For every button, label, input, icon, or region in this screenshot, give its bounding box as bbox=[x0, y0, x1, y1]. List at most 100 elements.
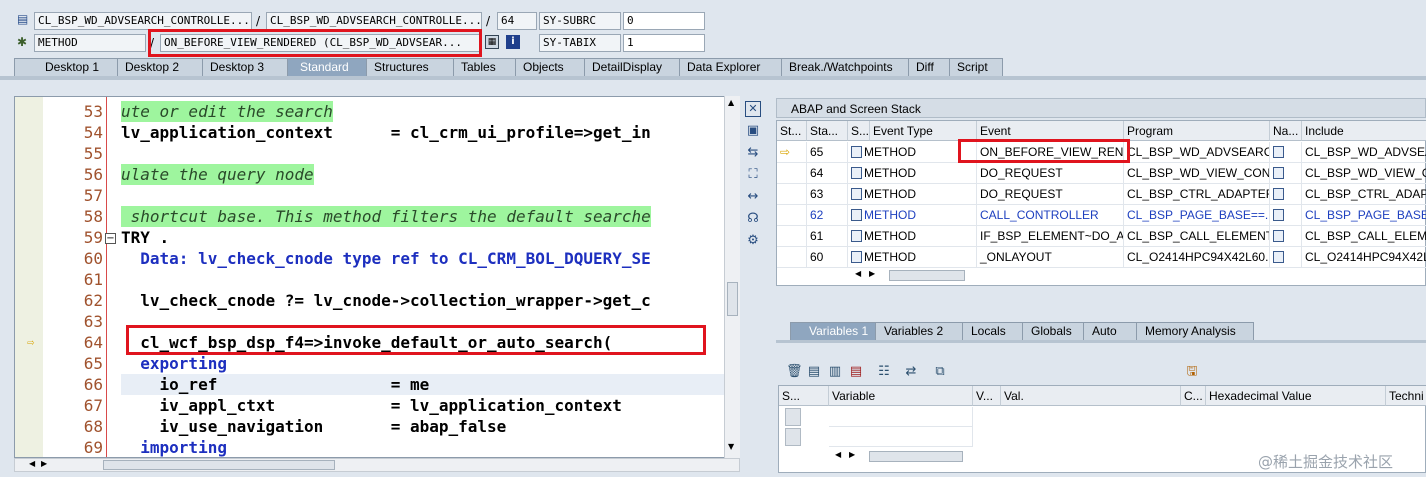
vars-hscroll[interactable]: ◀ ▶ bbox=[829, 450, 979, 464]
stack-include[interactable]: CL_BSP_WD_ADVSEAR bbox=[1302, 142, 1426, 163]
tab-globals[interactable]: Globals bbox=[1022, 322, 1084, 340]
column-header[interactable]: Val. bbox=[1001, 386, 1181, 406]
settings-icon[interactable]: ⚙ bbox=[745, 233, 761, 249]
info-icon[interactable]: i bbox=[506, 35, 520, 49]
navigate-icon[interactable] bbox=[1273, 209, 1284, 221]
maximize-icon[interactable]: ⛶ bbox=[745, 167, 761, 183]
scroll-left-icon[interactable]: ◀ bbox=[29, 459, 35, 468]
close-icon[interactable]: ✕ bbox=[745, 101, 761, 117]
scroll-down-icon[interactable]: ▼ bbox=[728, 442, 734, 451]
save-icon[interactable]: 🖫 bbox=[1184, 364, 1200, 380]
editor-vertical-scrollbar[interactable]: ▲ ▼ bbox=[724, 96, 740, 458]
row-selector[interactable] bbox=[785, 428, 801, 446]
stack-nav[interactable] bbox=[1270, 247, 1302, 268]
hscroll-thumb[interactable] bbox=[103, 460, 335, 470]
tab-structures[interactable]: Structures bbox=[366, 58, 454, 76]
column-header[interactable]: Program bbox=[1124, 121, 1270, 141]
stack-program[interactable]: CL_BSP_PAGE_BASE==... bbox=[1124, 205, 1270, 226]
stack-program[interactable]: CL_BSP_CALL_ELEMENT... bbox=[1124, 226, 1270, 247]
column-header[interactable]: Hexadecimal Value bbox=[1206, 386, 1386, 406]
stack-row-marker[interactable] bbox=[777, 163, 807, 184]
stack-include[interactable]: CL_BSP_WD_VIEW_CO bbox=[1302, 163, 1426, 184]
stack-nav[interactable] bbox=[1270, 142, 1302, 163]
navigate-icon[interactable] bbox=[1273, 251, 1284, 263]
export-icon[interactable]: ▤ bbox=[848, 364, 864, 380]
column-header[interactable]: V... bbox=[973, 386, 1001, 406]
row-selector[interactable] bbox=[785, 408, 801, 426]
tab-detaildisplay[interactable]: DetailDisplay bbox=[584, 58, 680, 76]
hscroll-thumb[interactable] bbox=[869, 451, 963, 462]
tab-script[interactable]: Script bbox=[949, 58, 1003, 76]
column-header[interactable]: Variable bbox=[829, 386, 973, 406]
resize-icon[interactable]: ↔ bbox=[745, 189, 761, 205]
scroll-up-icon[interactable]: ▲ bbox=[728, 98, 734, 107]
source-editor[interactable]: − 53 ute or edit the search 54 lv_applicat… bbox=[14, 96, 740, 458]
navigate-icon[interactable] bbox=[1273, 146, 1284, 158]
column-header[interactable]: Na... bbox=[1270, 121, 1302, 141]
services-icon[interactable]: ☊ bbox=[745, 211, 761, 227]
tab-objects[interactable]: Objects bbox=[515, 58, 585, 76]
stack-event[interactable]: IF_BSP_ELEMENT~DO_A... bbox=[977, 226, 1124, 247]
scroll-right-icon[interactable]: ▶ bbox=[849, 450, 855, 459]
tab-variables-2[interactable]: Variables 2 bbox=[875, 322, 963, 340]
stack-event[interactable]: DO_REQUEST bbox=[977, 184, 1124, 205]
stack-event[interactable]: _ONLAYOUT bbox=[977, 247, 1124, 268]
scroll-right-icon[interactable]: ▶ bbox=[869, 269, 875, 278]
column-header[interactable]: St... bbox=[777, 121, 807, 141]
swap-tool-icon[interactable]: ⇆ bbox=[745, 145, 761, 161]
stack-event[interactable]: DO_REQUEST bbox=[977, 163, 1124, 184]
editor-horizontal-scrollbar[interactable]: ◀ ▶ bbox=[14, 458, 740, 472]
window-icon[interactable]: ⧉ bbox=[932, 364, 948, 380]
tree-icon[interactable]: ☷ bbox=[876, 364, 892, 380]
display-source-icon[interactable]: ▦ bbox=[485, 35, 499, 49]
tab-desktop-3[interactable]: Desktop 3 bbox=[202, 58, 288, 76]
stack-hscroll[interactable]: ◀ ▶ bbox=[849, 269, 969, 283]
stack-nav[interactable] bbox=[1270, 184, 1302, 205]
sy-tabix-value[interactable]: 1 bbox=[623, 34, 705, 52]
stack-row-marker[interactable] bbox=[777, 205, 807, 226]
navigate-arrows-icon[interactable]: ⇄ bbox=[903, 364, 919, 380]
variable-input-cell[interactable] bbox=[829, 427, 973, 447]
delete-icon[interactable]: 🗑 bbox=[786, 364, 803, 380]
tab-auto[interactable]: Auto bbox=[1083, 322, 1137, 340]
stack-program[interactable]: CL_BSP_WD_VIEW_CON... bbox=[1124, 163, 1270, 184]
column-header[interactable]: C... bbox=[1181, 386, 1206, 406]
stack-include[interactable]: CL_BSP_CTRL_ADAPTI bbox=[1302, 184, 1426, 205]
stack-event[interactable]: CALL_CONTROLLER bbox=[977, 205, 1124, 226]
stack-include[interactable]: CL_BSP_CALL_ELEMEN bbox=[1302, 226, 1426, 247]
tab-breakpoints[interactable]: Break./Watchpoints bbox=[781, 58, 909, 76]
column-header[interactable]: Techni bbox=[1386, 386, 1426, 406]
column-header[interactable]: Include bbox=[1302, 121, 1426, 141]
tab-locals[interactable]: Locals bbox=[962, 322, 1023, 340]
column-header[interactable]: S... bbox=[779, 386, 829, 406]
stack-nav[interactable] bbox=[1270, 205, 1302, 226]
tab-tables[interactable]: Tables bbox=[453, 58, 516, 76]
stack-event[interactable]: ON_BEFORE_VIEW_REN... bbox=[977, 142, 1124, 163]
tab-variables-1[interactable]: Variables 1 bbox=[790, 322, 876, 340]
stack-program[interactable]: CL_BSP_WD_ADVSEARC... bbox=[1124, 142, 1270, 163]
stack-program[interactable]: CL_BSP_CTRL_ADAPTER... bbox=[1124, 184, 1270, 205]
tab-standard[interactable]: Standard bbox=[287, 58, 367, 76]
tab-desktop-2[interactable]: Desktop 2 bbox=[117, 58, 203, 76]
variable-input-cell[interactable] bbox=[829, 407, 973, 427]
scroll-right-icon[interactable]: ▶ bbox=[41, 459, 47, 468]
import-icon[interactable]: ▤ bbox=[806, 364, 822, 380]
stack-include[interactable]: CL_BSP_PAGE_BASE= bbox=[1302, 205, 1426, 226]
stack-row-marker[interactable] bbox=[777, 226, 807, 247]
column-header[interactable]: Sta... bbox=[807, 121, 848, 141]
stack-nav[interactable] bbox=[1270, 163, 1302, 184]
navigate-icon[interactable] bbox=[1273, 167, 1284, 179]
column-header[interactable]: S... bbox=[848, 121, 870, 141]
new-tool-icon[interactable]: ▣ bbox=[745, 123, 761, 139]
stack-include[interactable]: CL_O2414HPC94X42L6 bbox=[1302, 247, 1426, 268]
column-header[interactable]: Event bbox=[977, 121, 1124, 141]
table-view-icon[interactable]: ▥ bbox=[827, 364, 843, 380]
stack-row-marker[interactable] bbox=[777, 184, 807, 205]
tab-desktop-1[interactable]: Desktop 1 bbox=[14, 58, 118, 76]
stack-nav[interactable] bbox=[1270, 226, 1302, 247]
sy-subrc-value[interactable]: 0 bbox=[623, 12, 705, 30]
hscroll-thumb[interactable] bbox=[889, 270, 965, 281]
scroll-left-icon[interactable]: ◀ bbox=[855, 269, 861, 278]
tab-memory-analysis[interactable]: Memory Analysis bbox=[1136, 322, 1254, 340]
column-header[interactable]: Event Type bbox=[870, 121, 977, 141]
